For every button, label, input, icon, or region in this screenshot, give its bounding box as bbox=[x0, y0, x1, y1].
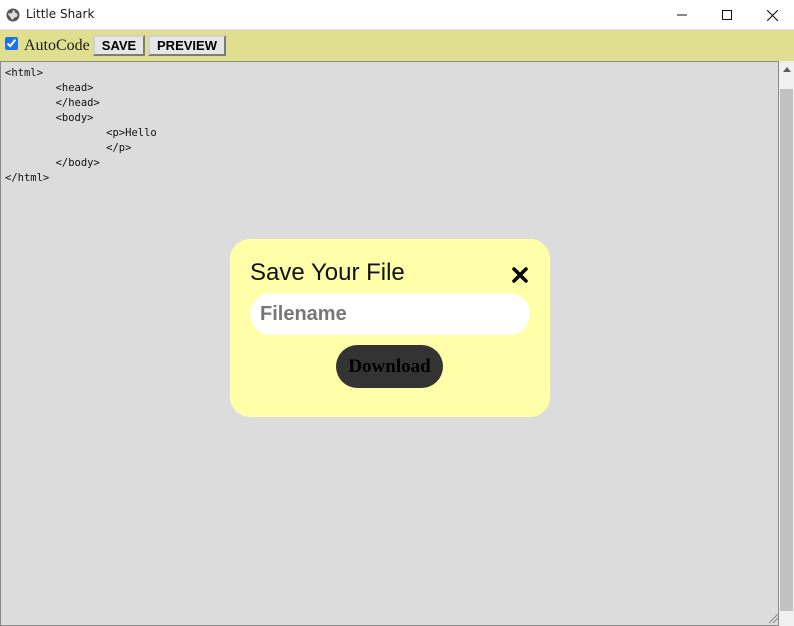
autocode-label: AutoCode bbox=[24, 37, 90, 54]
window-title: Little Shark bbox=[26, 7, 95, 21]
code-content: <html> <head> </head> <body> <p>Hello </… bbox=[5, 67, 157, 184]
close-icon bbox=[766, 9, 778, 21]
scrollbar-thumb[interactable] bbox=[780, 89, 793, 611]
maximize-button[interactable] bbox=[704, 0, 750, 30]
resize-grip-icon[interactable] bbox=[767, 612, 779, 624]
chevron-up-icon bbox=[782, 67, 791, 72]
globe-icon bbox=[6, 8, 20, 22]
modal-title: Save Your File bbox=[250, 259, 405, 286]
download-button[interactable]: Download bbox=[336, 345, 443, 388]
preview-button[interactable]: PREVIEW bbox=[148, 35, 226, 56]
minimize-button[interactable] bbox=[659, 0, 705, 30]
title-bar: Little Shark bbox=[0, 0, 794, 30]
scroll-up-button[interactable] bbox=[779, 61, 794, 78]
autocode-checkbox[interactable] bbox=[5, 37, 18, 50]
filename-input[interactable] bbox=[250, 293, 530, 335]
maximize-icon bbox=[722, 10, 732, 20]
close-x-icon[interactable] bbox=[511, 266, 529, 284]
close-window-button[interactable] bbox=[749, 0, 794, 30]
minimize-icon bbox=[677, 14, 687, 16]
save-button[interactable]: SAVE bbox=[93, 35, 145, 56]
